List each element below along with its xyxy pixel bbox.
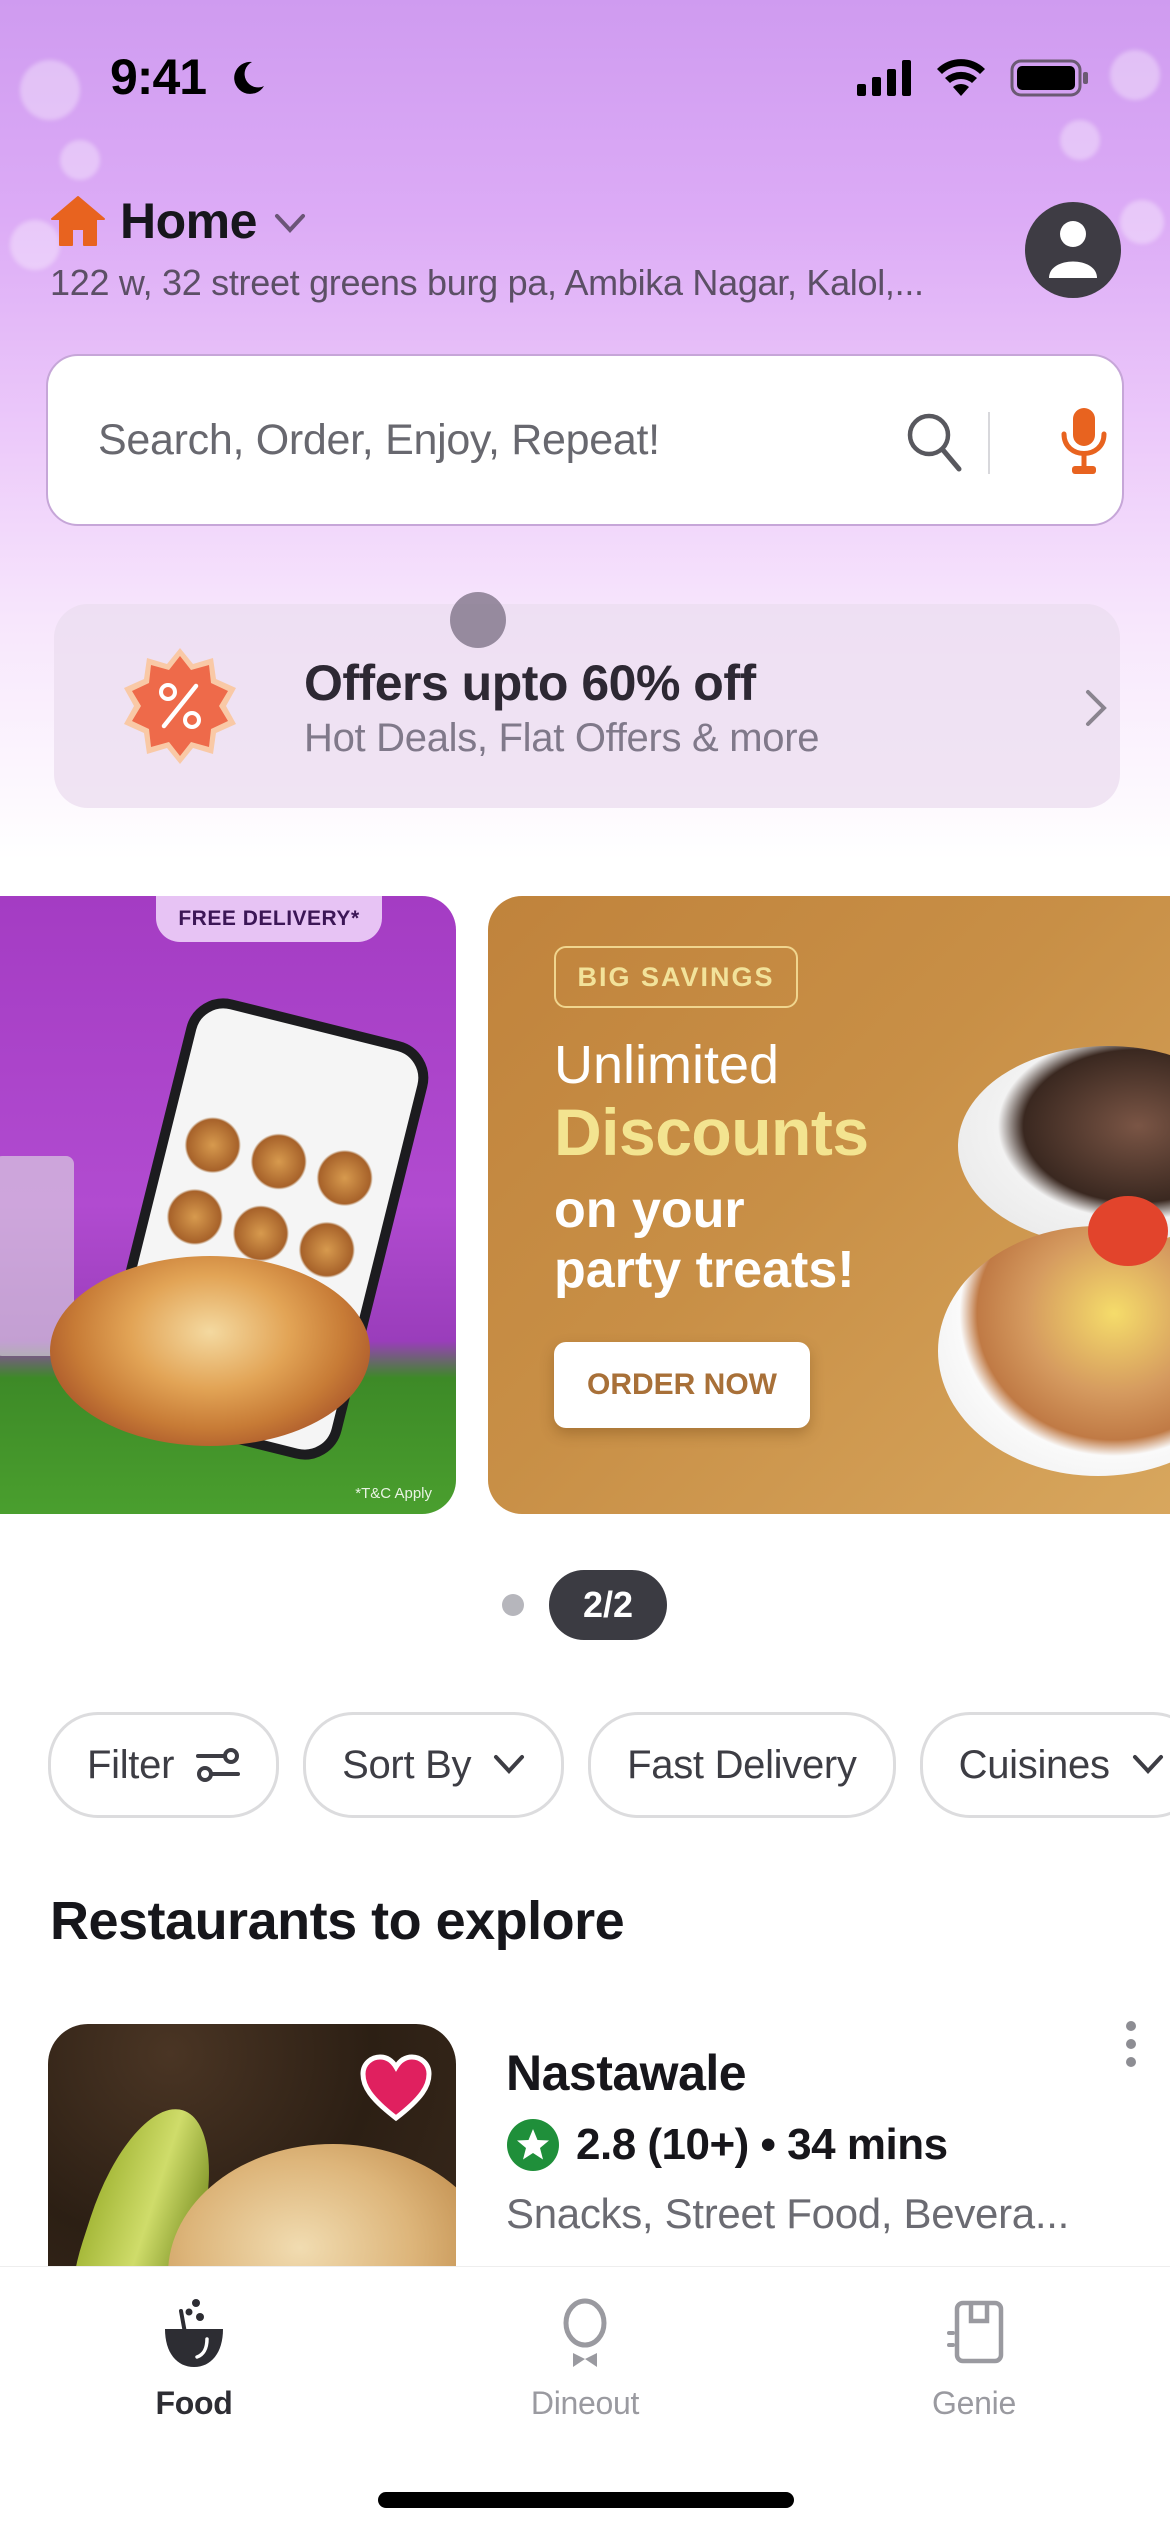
chevron-right-icon: [1086, 690, 1107, 726]
carousel-dot[interactable]: [502, 1594, 524, 1616]
order-now-button[interactable]: ORDER NOW: [554, 1342, 810, 1428]
search-divider: [988, 412, 990, 474]
location-selector[interactable]: Home: [50, 192, 307, 250]
home-icon: [51, 196, 105, 246]
rating-eta-text: 2.8 (10+) • 34 mins: [576, 2120, 948, 2169]
nav-tab-dineout[interactable]: Dineout: [475, 2297, 695, 2422]
home-indicator[interactable]: [378, 2492, 794, 2508]
free-delivery-tag: FREE DELIVERY*: [156, 896, 382, 942]
cuisines-chip[interactable]: Cuisines: [919, 1712, 1170, 1818]
dineout-waiter-icon: [563, 2298, 607, 2367]
sort-by-chip-label: Sort By: [342, 1742, 472, 1787]
banner-headline-line1: Unlimited: [554, 1035, 780, 1095]
wifi-icon: [937, 59, 985, 96]
user-avatar-icon: [1049, 221, 1097, 278]
status-time: 9:41: [110, 49, 207, 105]
banner-headline-line2: Discounts: [554, 1095, 869, 1169]
big-savings-tag: BIG SAVINGS: [554, 946, 798, 1008]
touch-indicator: [450, 592, 506, 648]
nav-label-genie: Genie: [932, 2385, 1016, 2421]
delivery-address[interactable]: 122 w, 32 street greens burg pa, Ambika …: [50, 262, 924, 304]
fast-delivery-chip[interactable]: Fast Delivery: [588, 1712, 896, 1818]
promo-banner-big-savings[interactable]: BIG SAVINGS Unlimited Discounts on your …: [488, 896, 1170, 1514]
filter-chip-label: Filter: [87, 1742, 175, 1787]
nav-label-food: Food: [155, 2385, 233, 2421]
search-icon[interactable]: [904, 410, 964, 474]
microphone-icon[interactable]: [1058, 406, 1110, 476]
carousel-counter: 2/2: [549, 1570, 667, 1640]
offers-subtitle: Hot Deals, Flat Offers & more: [304, 716, 820, 760]
restaurant-cuisines: Snacks, Street Food, Bevera...: [506, 2190, 1069, 2237]
restaurant-rating-row: 2.8 (10+) • 34 mins: [506, 2118, 948, 2172]
moon-icon: [234, 61, 264, 94]
search-input[interactable]: [98, 415, 878, 465]
filter-chips: Filter Sort By Fast Delivery Cuisines: [48, 1712, 1170, 1818]
search-bar[interactable]: [46, 354, 1124, 526]
section-title: Restaurants to explore: [50, 1891, 625, 1951]
food-bowl-icon: [165, 2299, 223, 2367]
status-bar: 9:41: [0, 0, 1170, 150]
tomato-garnish-image: [1088, 1196, 1168, 1266]
cuisines-chip-label: Cuisines: [958, 1742, 1110, 1787]
nav-tab-genie[interactable]: Genie: [864, 2297, 1084, 2422]
more-options-icon[interactable]: [1124, 2020, 1138, 2068]
discount-badge-icon: [124, 648, 236, 764]
chevron-down-icon: [1132, 1755, 1163, 1774]
location-label: Home: [120, 193, 257, 249]
banner-headline-line3a: on your: [554, 1181, 745, 1239]
promo-banner-free-delivery[interactable]: FREE DELIVERY* *T&C Apply: [0, 896, 456, 1514]
sliders-icon: [196, 1748, 241, 1782]
chevron-down-icon: [274, 214, 305, 233]
heart-favorite-icon[interactable]: [360, 2054, 432, 2122]
nav-tab-food[interactable]: Food: [84, 2297, 304, 2422]
banner-headline-line3b: party treats!: [554, 1241, 855, 1299]
filter-chip[interactable]: Filter: [48, 1712, 280, 1818]
rating-star-icon: [507, 2119, 559, 2171]
restaurant-name[interactable]: Nastawale: [506, 2044, 747, 2102]
cellular-signal-icon: [857, 60, 911, 96]
battery-icon: [1010, 59, 1088, 97]
genie-package-icon: [947, 2300, 1004, 2364]
offers-banner[interactable]: Offers upto 60% off Hot Deals, Flat Offe…: [54, 604, 1120, 808]
profile-button[interactable]: [1025, 202, 1121, 298]
chevron-down-icon: [494, 1755, 525, 1774]
sort-by-chip[interactable]: Sort By: [303, 1712, 565, 1818]
fast-delivery-chip-label: Fast Delivery: [627, 1742, 857, 1787]
offers-title: Offers upto 60% off: [304, 655, 756, 711]
banner-headline-line3: on your party treats!: [554, 1180, 855, 1300]
biryani-image: [50, 1256, 370, 1446]
terms-disclaimer: *T&C Apply: [355, 1485, 432, 1502]
nav-label-dineout: Dineout: [530, 2385, 640, 2421]
